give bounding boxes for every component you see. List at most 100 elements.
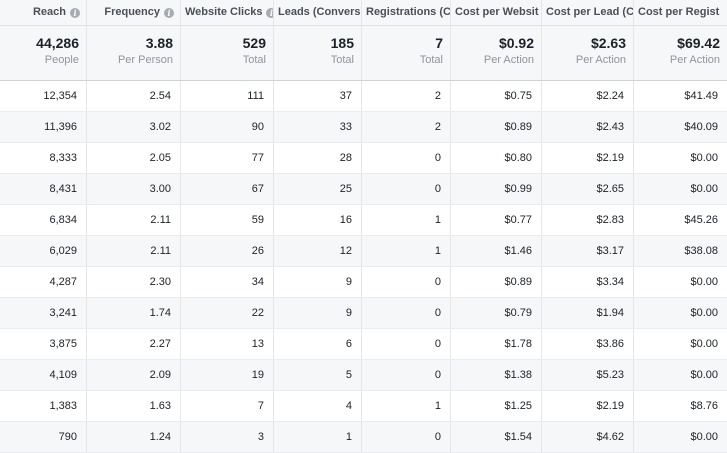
cell-cost-per-registration: $0.00 <box>690 276 718 288</box>
cell-cost-per-website-click: $0.79 <box>451 298 542 328</box>
cell-website-clicks: 22 <box>181 298 274 328</box>
cell-cost-per-website-click: $0.89 <box>451 112 542 142</box>
table-row[interactable]: 4,109 2.09 19 5 0 $1.38 $5.23 $0.00 <box>0 360 727 391</box>
table-row[interactable]: 11,396 3.02 90 33 2 $0.89 $2.43 $40.09 <box>0 112 727 143</box>
cell-website-clicks: 19 <box>181 360 274 390</box>
column-header-cost-per-website-click[interactable]: Cost per Websiti <box>451 0 542 25</box>
summary-unit: Total <box>330 54 354 66</box>
summary-unit: Per Action <box>483 54 534 66</box>
column-header-label: Frequency <box>104 6 160 18</box>
cell-cost-per-lead: $2.19 <box>542 391 634 421</box>
cell-website-clicks: 34 <box>181 267 274 297</box>
cell-frequency: 2.05 <box>87 143 181 173</box>
cell-frequency: 2.54 <box>87 81 181 111</box>
column-header-label: Leads (Conversi <box>278 6 362 18</box>
cell-leads: 9 <box>274 267 362 297</box>
cell-cost-per-website-click: $0.75 <box>451 81 542 111</box>
info-icon[interactable]: i <box>164 8 174 18</box>
cell-frequency: 3.00 <box>87 174 181 204</box>
table-row[interactable]: 3,875 2.27 13 6 0 $1.78 $3.86 $0.00 <box>0 329 727 360</box>
cell-reach: 790 <box>0 422 87 452</box>
summary-cell-frequency: 3.88 Per Person <box>87 26 181 80</box>
table-row[interactable]: 8,333 2.05 77 28 0 $0.80 $2.19 $0.00 <box>0 143 727 174</box>
table-body: 12,354 2.54 111 37 2 $0.75 $2.24 $41.49 11,396 3.… <box>0 81 727 453</box>
cell-frequency: 2.11 <box>87 236 181 266</box>
cell-frequency: 2.09 <box>87 360 181 390</box>
cell-reach: 4,109 <box>0 360 87 390</box>
cell-registrations: 0 <box>362 143 451 173</box>
cell-reach: 3,875 <box>0 329 87 359</box>
cell-cost-per-lead: $3.17 <box>542 236 634 266</box>
cell-frequency: 2.27 <box>87 329 181 359</box>
cell-leads: 4 <box>274 391 362 421</box>
summary-cell-website-clicks: 529 Total <box>181 26 274 80</box>
cell-cost-per-website-click: $1.78 <box>451 329 542 359</box>
info-icon[interactable]: i <box>266 8 273 18</box>
cell-cost-per-registration: $38.08 <box>684 245 718 257</box>
table-row[interactable]: 1,383 1.63 7 4 1 $1.25 $2.19 $8.76 <box>0 391 727 422</box>
table-row[interactable]: 4,287 2.30 34 9 0 $0.89 $3.34 $0.00 <box>0 267 727 298</box>
cell-frequency: 1.63 <box>87 391 181 421</box>
cell-cost-per-website-click: $1.54 <box>451 422 542 452</box>
summary-cell-cost-per-website-click: $0.92 Per Action <box>451 26 542 80</box>
table-row[interactable]: 790 1.24 3 1 0 $1.54 $4.62 $0.00 <box>0 422 727 453</box>
summary-cell-cost-per-lead: $2.63 Per Action <box>542 26 634 80</box>
summary-unit: Total <box>242 54 266 66</box>
cell-registrations: 0 <box>362 329 451 359</box>
column-header-reach[interactable]: Reach i <box>0 0 87 25</box>
table-row[interactable]: 6,029 2.11 26 12 1 $1.46 $3.17 $38.08 <box>0 236 727 267</box>
summary-cell-cost-per-registration: $69.42 Per Action <box>634 26 727 80</box>
summary-value: 3.88 <box>145 35 173 51</box>
column-header-leads[interactable]: Leads (Conversi <box>274 0 362 25</box>
column-header-frequency[interactable]: Frequency i <box>87 0 181 25</box>
cell-website-clicks: 67 <box>181 174 274 204</box>
cell-frequency: 2.11 <box>87 205 181 235</box>
column-header-registrations[interactable]: Registrations (C <box>362 0 451 25</box>
column-header-label: Reach <box>32 6 66 18</box>
cell-website-clicks: 59 <box>181 205 274 235</box>
summary-cell-leads: 185 Total <box>274 26 362 80</box>
cell-cost-per-lead: $2.83 <box>542 205 634 235</box>
table-row[interactable]: 3,241 1.74 22 9 0 $0.79 $1.94 $0.00 <box>0 298 727 329</box>
table-row[interactable]: 12,354 2.54 111 37 2 $0.75 $2.24 $41.49 <box>0 81 727 112</box>
cell-website-clicks: 7 <box>181 391 274 421</box>
cell-reach: 8,431 <box>0 174 87 204</box>
info-icon[interactable]: i <box>70 8 80 18</box>
cell-cost-per-registration: $45.26 <box>684 214 718 226</box>
summary-unit: Total <box>419 54 443 66</box>
cell-cost-per-lead: $2.65 <box>542 174 634 204</box>
summary-value: $0.92 <box>498 35 534 51</box>
ads-results-table: Reach i Frequency i Website Clicks i Leads (Co… <box>0 0 727 453</box>
cell-cost-per-lead: $3.34 <box>542 267 634 297</box>
cell-leads: 12 <box>274 236 362 266</box>
cell-cost-per-lead: $2.43 <box>542 112 634 142</box>
cell-frequency: 1.74 <box>87 298 181 328</box>
cell-cost-per-registration: $8.76 <box>690 400 718 412</box>
cell-website-clicks: 90 <box>181 112 274 142</box>
column-header-label: Website Clicks <box>185 6 263 18</box>
cell-cost-per-lead: $3.86 <box>542 329 634 359</box>
table-row[interactable]: 6,834 2.11 59 16 1 $0.77 $2.83 $45.26 <box>0 205 727 236</box>
cell-leads: 6 <box>274 329 362 359</box>
cell-registrations: 2 <box>362 81 451 111</box>
column-header-label: Cost per Lead (C <box>546 6 634 18</box>
cell-cost-per-registration: $0.00 <box>690 152 718 164</box>
cell-cost-per-registration: $0.00 <box>690 338 718 350</box>
summary-value: 185 <box>330 35 354 51</box>
column-header-website-clicks[interactable]: Website Clicks i <box>181 0 274 25</box>
cell-registrations: 0 <box>362 360 451 390</box>
column-header-cost-per-registration[interactable]: Cost per Regist <box>634 0 727 25</box>
cell-reach: 8,333 <box>0 143 87 173</box>
summary-value: 7 <box>435 35 443 51</box>
column-header-label: Cost per Websit <box>455 6 539 18</box>
cell-leads: 1 <box>274 422 362 452</box>
cell-leads: 16 <box>274 205 362 235</box>
column-header-cost-per-lead[interactable]: Cost per Lead (C <box>542 0 634 25</box>
cell-cost-per-registration: $0.00 <box>690 431 718 443</box>
cell-leads: 5 <box>274 360 362 390</box>
cell-frequency: 3.02 <box>87 112 181 142</box>
summary-unit: Per Action <box>669 54 720 66</box>
cell-cost-per-registration: $0.00 <box>690 183 718 195</box>
table-row[interactable]: 8,431 3.00 67 25 0 $0.99 $2.65 $0.00 <box>0 174 727 205</box>
summary-value: $69.42 <box>677 35 720 51</box>
